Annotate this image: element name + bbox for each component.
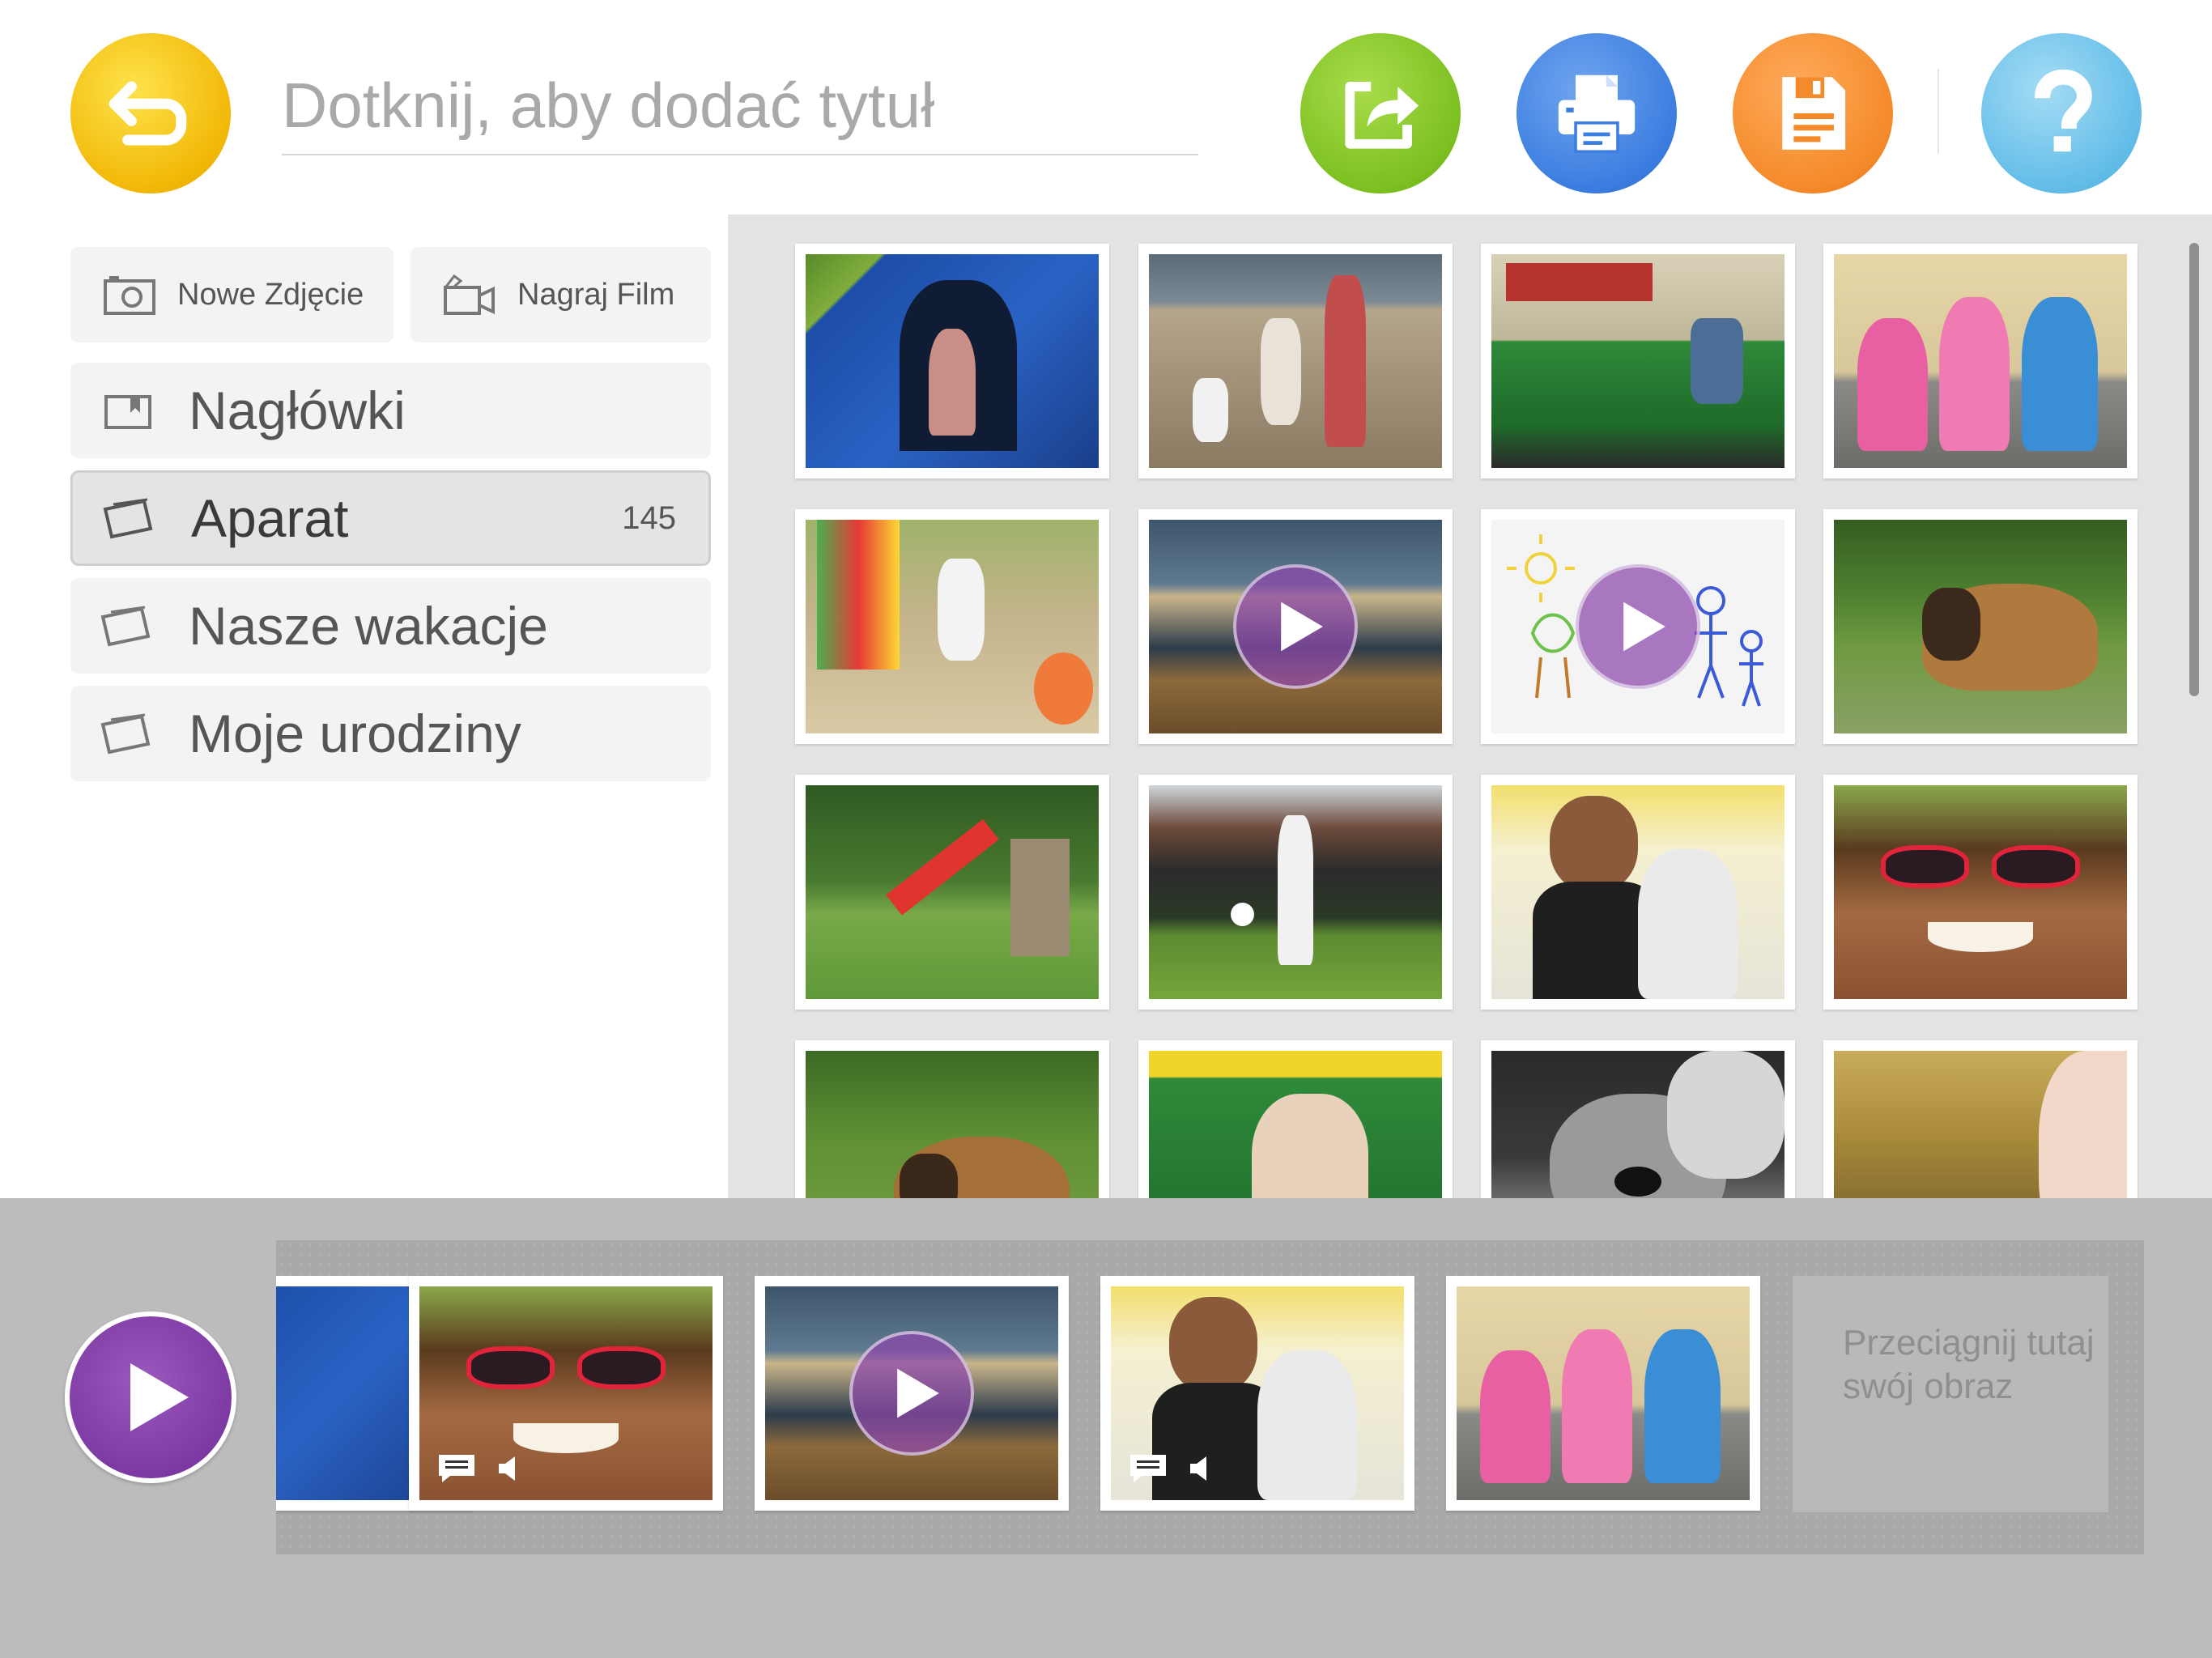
album-label: Nagłówki — [189, 380, 406, 440]
caption-icon — [1130, 1455, 1166, 1482]
record-film-label: Nagraj Film — [517, 277, 675, 312]
strip-item-child-sunglasses[interactable] — [409, 1276, 723, 1511]
album-label: Moje urodziny — [189, 704, 521, 763]
share-button[interactable] — [1300, 33, 1461, 193]
album-aparat[interactable]: Aparat 145 — [70, 470, 711, 566]
play-icon — [1576, 564, 1700, 689]
grid-photo-baby-and-box[interactable] — [1823, 1040, 2138, 1198]
drop-target-label: Przeciągnij tutaj swój obraz — [1843, 1323, 2095, 1406]
album-nasze-wakacje[interactable]: Nasze wakacje — [70, 578, 711, 674]
header-bar — [0, 0, 2212, 215]
grid-photo-three-children[interactable] — [1823, 244, 2138, 478]
photo-stack-icon — [100, 606, 151, 647]
grid-photo-toy-train[interactable] — [1481, 244, 1795, 478]
grid-photo-child-in-tent[interactable] — [795, 244, 1109, 478]
photo-stack-icon — [100, 713, 151, 755]
play-icon — [1233, 564, 1358, 689]
header-divider — [1938, 69, 1939, 154]
timeline-strip: Przeciągnij tutaj swój obraz — [276, 1240, 2144, 1554]
headings-icon — [104, 395, 151, 429]
print-button[interactable] — [1516, 33, 1677, 193]
question-mark-icon — [2034, 69, 2092, 152]
strip-item-three-children[interactable] — [1446, 1276, 1760, 1511]
strip-item-sea-waves[interactable] — [755, 1276, 1069, 1511]
play-icon — [130, 1363, 189, 1431]
save-floppy-icon — [1782, 77, 1846, 150]
camera-icon — [104, 276, 155, 315]
grid-video-sea-waves[interactable] — [1138, 509, 1453, 744]
video-camera-icon — [444, 274, 495, 315]
save-button[interactable] — [1733, 33, 1893, 193]
timeline-panel: Przeciągnij tutaj swój obraz — [0, 1198, 2212, 1658]
grid-video-child-drawing[interactable] — [1481, 509, 1795, 744]
album-label: Aparat — [191, 488, 349, 548]
grid-photo-beach-family[interactable] — [1138, 244, 1453, 478]
record-film-button[interactable]: Nagraj Film — [410, 247, 711, 342]
share-export-icon — [1345, 82, 1419, 149]
back-arrow-icon — [108, 81, 187, 146]
help-button[interactable] — [1981, 33, 2142, 193]
sound-icon — [1190, 1456, 1206, 1481]
title-input[interactable] — [282, 57, 1198, 155]
grid-photo-garden-slide[interactable] — [795, 775, 1109, 1010]
grid-photo-child-on-swing[interactable] — [795, 509, 1109, 744]
play-button[interactable] — [65, 1312, 236, 1483]
new-photo-label: Nowe Zdjęcie — [177, 277, 364, 312]
grid-scrollbar[interactable] — [2189, 243, 2199, 696]
album-naglowki[interactable]: Nagłówki — [70, 363, 711, 458]
grid-photo-man-with-child[interactable] — [1481, 775, 1795, 1010]
drop-target[interactable]: Przeciągnij tutaj swój obraz — [1793, 1276, 2108, 1512]
sidebar: Nowe Zdjęcie Nagraj Film Nagłówki Aparat… — [0, 215, 728, 1198]
photo-stack-icon — [103, 498, 153, 539]
grid-photo-football-garden[interactable] — [1138, 775, 1453, 1010]
play-icon — [849, 1331, 974, 1456]
grid-photo-child-sunglasses[interactable] — [1823, 775, 2138, 1010]
new-photo-button[interactable]: Nowe Zdjęcie — [70, 247, 393, 342]
album-moje-urodziny[interactable]: Moje urodziny — [70, 686, 711, 781]
back-button[interactable] — [70, 33, 231, 193]
album-count: 145 — [622, 500, 676, 536]
sound-icon — [499, 1456, 515, 1481]
grid-photo-dog-on-grass[interactable] — [1823, 509, 2138, 744]
grid-photo-schnauzer-dog[interactable] — [1481, 1040, 1795, 1198]
strip-item-man-with-child[interactable] — [1100, 1276, 1414, 1511]
grid-photo-dog-in-grass[interactable] — [795, 1040, 1109, 1198]
album-label: Nasze wakacje — [189, 596, 548, 656]
printer-icon — [1558, 74, 1636, 153]
photo-grid — [728, 215, 2212, 1198]
grid-photo-children-in-train[interactable] — [1138, 1040, 1453, 1198]
caption-icon — [439, 1455, 474, 1482]
